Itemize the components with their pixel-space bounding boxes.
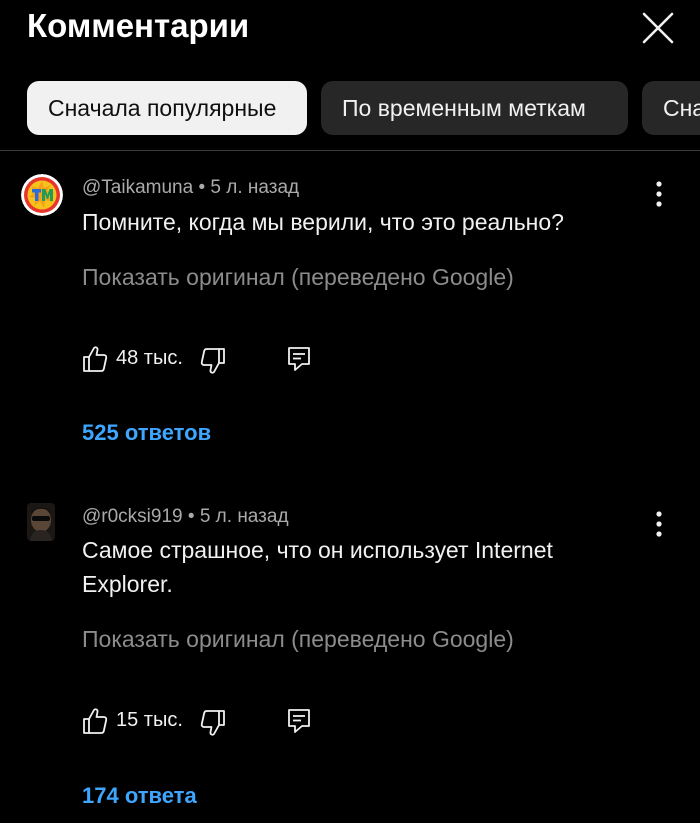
header-divider: [0, 150, 700, 151]
comment-author[interactable]: @Taikamuna: [82, 177, 193, 198]
like-count: 15 тыс.: [116, 709, 183, 731]
chip-timestamps[interactable]: По временным меткам: [321, 81, 628, 135]
meta-separator: •: [198, 177, 211, 198]
more-vert-icon: [656, 181, 662, 207]
like-button[interactable]: [82, 706, 108, 736]
more-vert-icon: [656, 511, 662, 537]
reply-comment-icon: [288, 709, 310, 733]
chip-newest[interactable]: Сна: [642, 81, 700, 135]
comment-meta: @Taikamuna • 5 л. назад: [82, 177, 299, 199]
thumbs-down-icon: [200, 348, 225, 374]
meta-separator: •: [187, 506, 200, 527]
comment-actions: 15 тыс.: [82, 706, 382, 742]
comment-author[interactable]: @r0cksi919: [82, 506, 183, 527]
sort-filter-chips: Сначала популярные По временным меткам С…: [0, 81, 700, 137]
avatar-image: [27, 503, 55, 541]
reply-comment-icon: [288, 347, 310, 371]
comment-more-button[interactable]: [646, 506, 672, 542]
chip-top-comments[interactable]: Сначала популярные: [27, 81, 307, 135]
dislike-button[interactable]: [200, 708, 226, 738]
comment-meta: @r0cksi919 • 5 л. назад: [82, 506, 289, 528]
dislike-button[interactable]: [200, 346, 226, 376]
page-title: Комментарии: [27, 7, 250, 44]
reply-button[interactable]: [287, 345, 311, 373]
thumbs-up-icon: [83, 708, 108, 734]
close-button[interactable]: [636, 6, 680, 50]
tm-logo-avatar[interactable]: [21, 174, 63, 216]
comments-panel: Комментарии Сначала популярные По времен…: [0, 0, 700, 823]
comments-header: Комментарии: [0, 0, 700, 60]
like-button[interactable]: [82, 344, 108, 374]
comment-actions: 48 тыс.: [82, 344, 382, 380]
like-count: 48 тыс.: [116, 347, 183, 369]
thumbs-up-icon: [83, 346, 108, 372]
comment-time: 5 л. назад: [210, 177, 300, 198]
comment-time: 5 л. назад: [199, 506, 289, 527]
comment-text: Самое страшное, что он использует Intern…: [82, 537, 553, 597]
user-photo-avatar[interactable]: [27, 503, 55, 541]
comment-text: Помните, когда мы верили, что это реальн…: [82, 209, 564, 235]
avatar-image: [21, 174, 63, 216]
show-original-link[interactable]: Показать оригинал (переведено Google): [82, 626, 514, 653]
replies-link[interactable]: 525 ответов: [82, 420, 211, 446]
show-original-link[interactable]: Показать оригинал (переведено Google): [82, 264, 514, 291]
replies-link[interactable]: 174 ответа: [82, 783, 197, 809]
reply-button[interactable]: [287, 707, 311, 735]
close-icon: [642, 12, 674, 44]
comment-more-button[interactable]: [646, 176, 672, 212]
thumbs-down-icon: [200, 710, 225, 736]
